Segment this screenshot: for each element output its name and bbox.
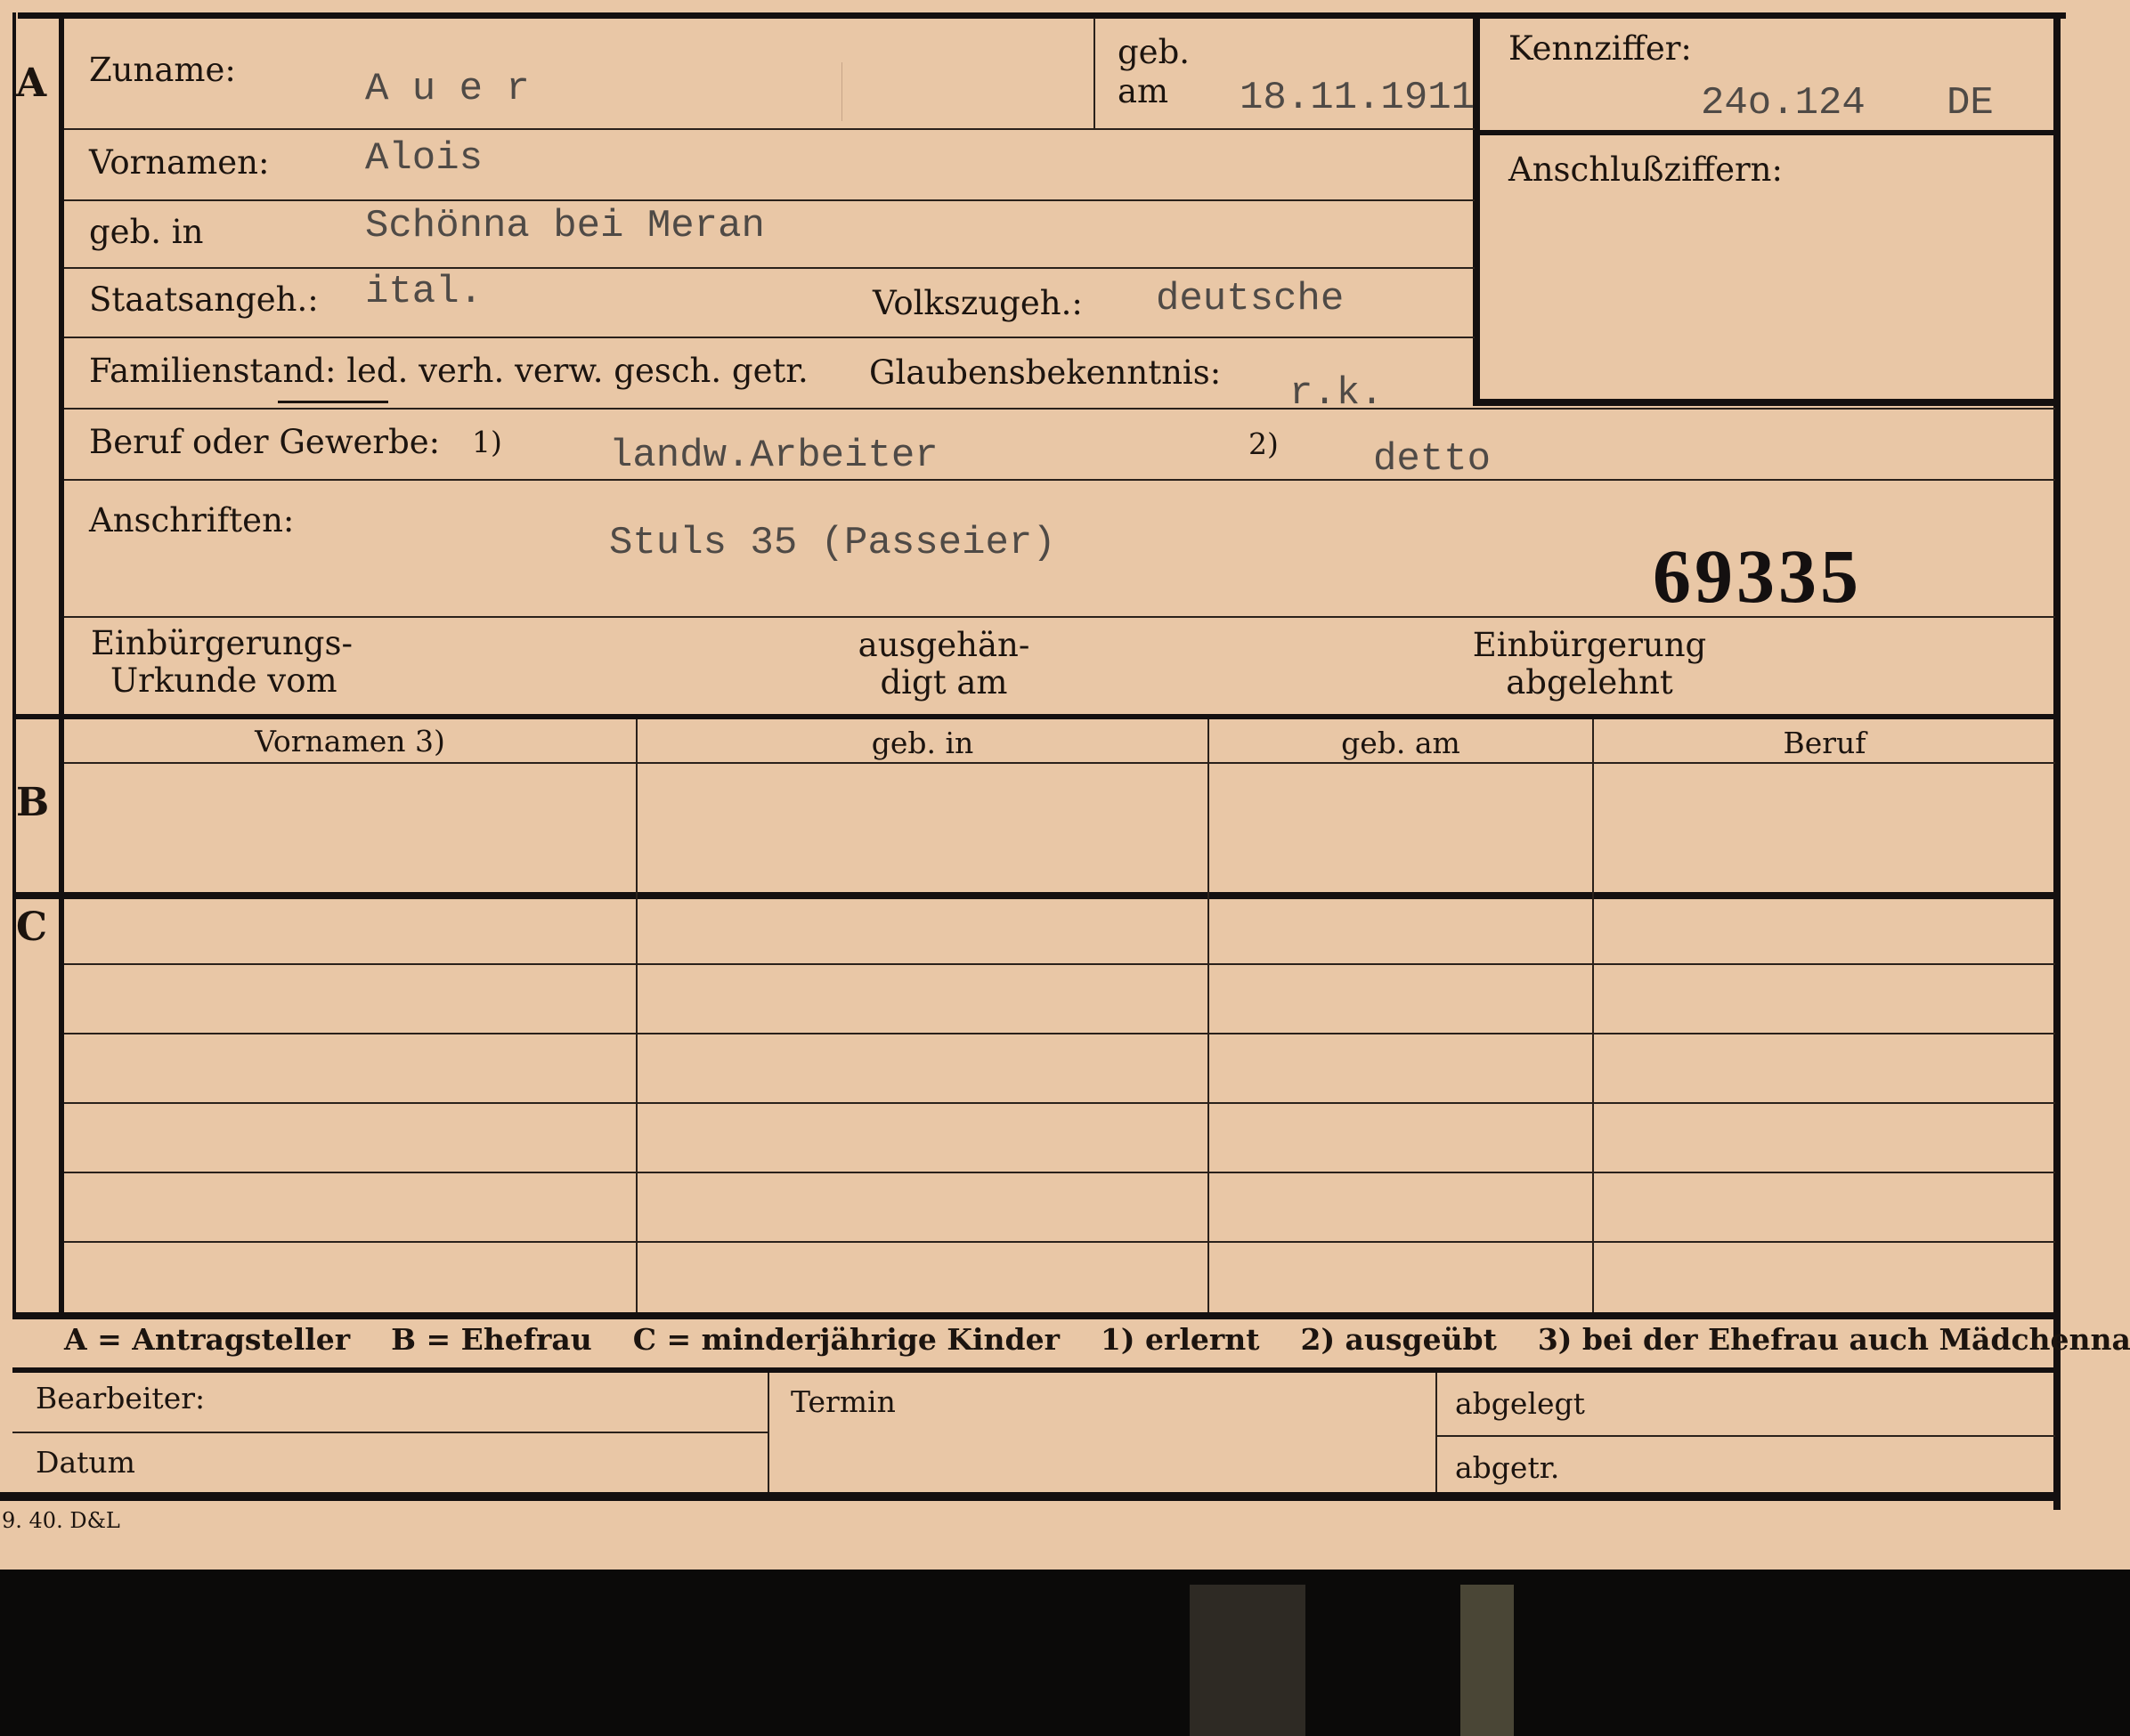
section-c-marker: C — [16, 905, 48, 950]
card-left-rule — [59, 12, 64, 1314]
section-c-top-border — [12, 892, 2055, 899]
footer-mid-line-left — [12, 1432, 768, 1433]
legend-bottom-border — [12, 1367, 2055, 1373]
occupation-label: Beruf oder Gewerbe: — [89, 423, 441, 461]
anschluss-label: Anschlußziffern: — [1508, 150, 1783, 189]
footer-divider-1 — [768, 1373, 769, 1492]
naturalization-certificate-label-2: Urkunde vom — [110, 661, 337, 700]
children-row-line-5 — [64, 1241, 2055, 1243]
birthdate-divider — [1093, 18, 1095, 128]
ethnicity-value: deutsche — [1156, 277, 1345, 321]
row-line-3 — [64, 267, 1475, 269]
row-line-6 — [64, 479, 2055, 481]
birthdate-label-am: am — [1118, 72, 1169, 110]
citizenship-value: ital. — [365, 270, 484, 314]
card-right-border — [2053, 12, 2061, 1510]
kennziffer-label: Kennziffer: — [1508, 29, 1692, 68]
surname-label: Zuname: — [89, 51, 236, 89]
ethnicity-label: Volkszugeh.: — [873, 284, 1083, 322]
legend: A = Antragsteller B = Ehefrau C = minder… — [64, 1322, 2130, 1357]
print-code: 9. 40. D&L — [2, 1508, 120, 1533]
table-col-divider-3 — [1592, 719, 1594, 1314]
birthplace-value: Schönna bei Meran — [365, 204, 765, 248]
section-b-top-border — [12, 714, 2055, 719]
naturalization-refused-label-1: Einbürgerung — [1472, 626, 1707, 664]
kennziffer-box-bottom — [1473, 399, 2055, 406]
handed-over-label-1: ausgehän- — [858, 626, 1030, 664]
surname-divider — [841, 62, 842, 121]
column-header-occupation: Beruf — [1783, 726, 1866, 760]
naturalization-certificate-label-1: Einbürgerungs- — [91, 624, 353, 662]
table-header-line — [64, 762, 2055, 764]
religion-label: Glaubensbekenntnis: — [869, 353, 1222, 392]
separated-label: abgetr. — [1455, 1450, 1560, 1485]
marital-underline — [278, 401, 388, 403]
firstname-label: Vornamen: — [89, 143, 270, 182]
date-label: Datum — [36, 1445, 135, 1480]
children-row-line-3 — [64, 1102, 2055, 1104]
legend-top-border — [12, 1312, 2055, 1319]
children-row-line-1 — [64, 963, 2055, 965]
birthplace-label: geb. in — [89, 213, 204, 251]
row-line-2 — [64, 199, 1475, 201]
birthdate-value: 18.11.1911 — [1240, 76, 1476, 120]
surname-value: A u e r — [365, 67, 530, 111]
column-header-birthdate: geb. am — [1341, 726, 1460, 760]
birthdate-label-geb: geb. — [1118, 33, 1191, 71]
kennziffer-suffix: DE — [1947, 81, 1994, 126]
occupation-mark-practiced: 2) — [1248, 426, 1279, 461]
card-outer-left-border — [12, 12, 16, 1314]
kennziffer-box-left — [1473, 18, 1480, 404]
religion-value: r.k. — [1289, 371, 1384, 416]
registration-card: A B C Zuname: A u e r geb. am 18.11.1911… — [0, 0, 2130, 1570]
occupation-practiced-value: detto — [1373, 437, 1492, 482]
scanner-shadow-2 — [1460, 1585, 1514, 1736]
stamped-number: 69335 — [1653, 533, 1862, 619]
citizenship-label: Staatsangeh.: — [89, 280, 319, 319]
filed-label: abgelegt — [1455, 1386, 1585, 1421]
occupation-mark-learned: 1) — [472, 425, 502, 459]
occupation-learned-value: landw.Arbeiter — [609, 434, 939, 478]
naturalization-refused-label-2: abgelehnt — [1506, 663, 1673, 702]
firstname-value: Alois — [365, 136, 484, 181]
footer-mid-line-right — [1437, 1435, 2055, 1437]
row-line-5 — [64, 408, 2055, 410]
kennziffer-box-divider — [1473, 130, 2061, 135]
column-header-firstnames: Vornamen 3) — [255, 724, 445, 758]
section-a-marker: A — [16, 61, 47, 106]
scanner-background — [0, 1570, 2130, 1736]
processor-label: Bearbeiter: — [36, 1381, 206, 1416]
marital-status-label: Familienstand: led. verh. verw. gesch. g… — [89, 352, 809, 390]
address-label: Anschriften: — [89, 501, 295, 539]
table-col-divider-2 — [1207, 719, 1209, 1314]
table-col-divider-1 — [636, 719, 638, 1314]
row-line-4 — [64, 337, 1475, 338]
scanner-shadow-1 — [1190, 1585, 1305, 1736]
children-row-line-2 — [64, 1033, 2055, 1034]
handed-over-label-2: digt am — [880, 663, 1008, 702]
row-line-1 — [64, 128, 1475, 130]
deadline-label: Termin — [791, 1384, 896, 1419]
card-bottom-border — [0, 1492, 2061, 1501]
card-top-border — [18, 12, 2066, 19]
column-header-birthplace: geb. in — [871, 726, 974, 760]
address-value: Stuls 35 (Passeier) — [609, 521, 1056, 565]
footer-divider-2 — [1435, 1373, 1437, 1492]
children-row-line-4 — [64, 1172, 2055, 1173]
kennziffer-value: 24o.124 — [1701, 81, 1866, 126]
section-b-marker: B — [16, 780, 50, 825]
